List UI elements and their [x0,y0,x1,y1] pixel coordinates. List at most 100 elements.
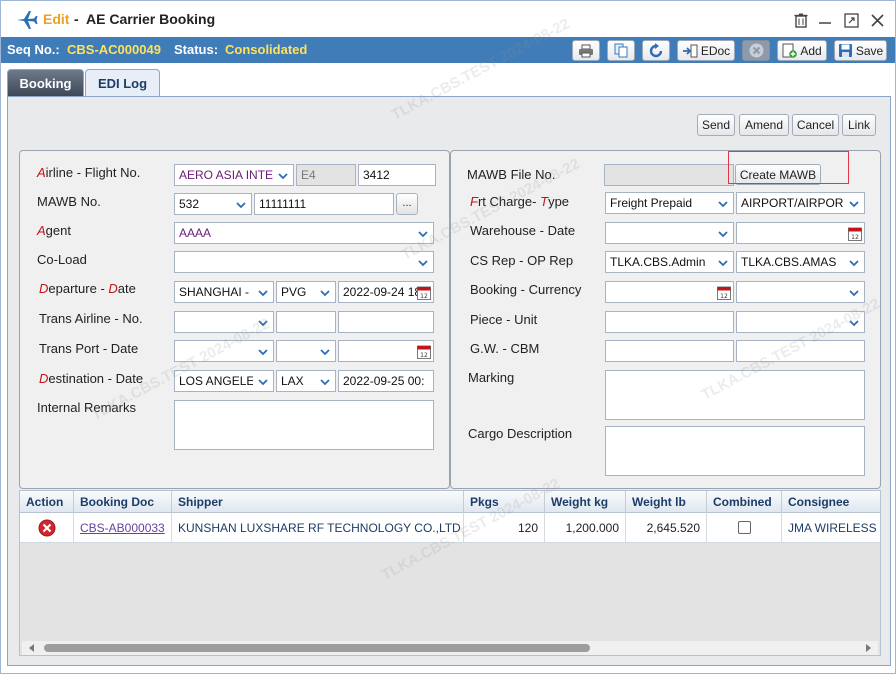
mawb-prefix-value: 532 [179,197,200,211]
departure-city-value: SHANGHAI - [179,285,250,299]
combined-checkbox[interactable] [738,521,751,534]
tab-booking[interactable]: Booking [7,69,84,97]
booking-grid: Action Booking Doc Shipper Pkgs Weight k… [19,490,881,656]
destination-date-field[interactable]: 2022-09-25 00: [338,370,434,392]
scroll-left-icon[interactable] [28,644,36,652]
destination-date-label: Destination - Date [39,371,144,386]
cs-op-rep-label: CS Rep - OP Rep [470,253,574,268]
col-weight-lb[interactable]: Weight lb [626,491,707,513]
warehouse-date-field[interactable]: 12 [736,222,865,244]
mawb-file-label: MAWB File No. [467,167,556,182]
agent-select[interactable]: AAAA [174,222,434,244]
type-select[interactable]: AIRPORT/AIRPOR [736,192,865,214]
gw-field[interactable] [605,340,734,362]
airplane-icon [17,11,38,29]
svg-text:12: 12 [851,234,859,241]
chevron-down-icon [258,379,268,386]
airline-flight-label: Airline - Flight No. [37,165,141,180]
col-booking-doc[interactable]: Booking Doc [74,491,172,513]
cbm-field[interactable] [736,340,865,362]
sequence-bar: Seq No.: CBS-AC000049 Status: Consolidat… [1,37,895,63]
col-combined[interactable]: Combined [707,491,782,513]
refresh-button[interactable] [642,40,670,61]
departure-port-select[interactable]: PVG [276,281,336,303]
link-button[interactable]: Link [842,114,876,136]
col-pkgs[interactable]: Pkgs [464,491,545,513]
edoc-button[interactable]: EDoc [677,40,735,61]
destination-port-select[interactable]: LAX [276,370,336,392]
chevron-down-icon [849,260,859,267]
scrollbar-thumb[interactable] [44,644,590,652]
warehouse-date-label: Warehouse - Date [470,223,576,238]
print-button[interactable] [572,40,600,61]
booking-date-field[interactable]: 12 [605,281,734,303]
airline-select[interactable]: AERO ASIA INTE [174,164,294,186]
combined-cell [707,513,782,543]
calendar-icon[interactable]: 12 [717,285,731,300]
type-value: AIRPORT/AIRPOR [741,196,844,210]
coload-select[interactable] [174,251,434,273]
departure-date-field[interactable]: 2022-09-24 18 12 [338,281,434,303]
horizontal-scrollbar[interactable] [22,641,878,655]
trans-airline-select[interactable] [174,311,274,333]
mawb-prefix-select[interactable]: 532 [174,193,252,215]
tab-edi-log[interactable]: EDI Log [85,69,160,97]
trash-icon[interactable] [792,11,810,29]
row-action-cell [20,513,74,543]
table-row[interactable]: CBS-AB000033 KUNSHAN LUXSHARE RF TECHNOL… [20,513,880,543]
col-action[interactable]: Action [20,491,74,513]
cs-rep-value: TLKA.CBS.Admin [610,255,706,269]
trans-airline-code-field[interactable] [276,311,336,333]
refresh-icon [649,42,663,57]
trans-port-select[interactable] [174,340,274,362]
void-button[interactable] [742,40,770,61]
mawb-no-field[interactable]: 11111111 [254,193,394,215]
chevron-down-icon [849,320,859,327]
trans-port-code-select[interactable] [276,340,336,362]
destination-date-value: 2022-09-25 00: [343,374,425,388]
send-button[interactable]: Send [697,114,735,136]
seq-label: Seq No.: [7,42,60,57]
currency-select[interactable] [736,281,865,303]
marking-label: Marking [468,370,515,385]
internal-remarks-textarea[interactable] [174,400,434,450]
trans-flight-no-field[interactable] [338,311,434,333]
mawb-lookup-button[interactable]: ... [396,193,418,215]
delete-icon[interactable] [38,519,56,537]
close-icon[interactable] [868,11,886,29]
trans-date-field[interactable]: 12 [338,340,434,362]
col-shipper[interactable]: Shipper [172,491,464,513]
mawb-file-field [604,164,734,186]
warehouse-select[interactable] [605,222,734,244]
flight-no-field[interactable]: 3412 [358,164,436,186]
op-rep-select[interactable]: TLKA.CBS.AMAS [736,251,865,273]
mawb-no-label: MAWB No. [37,194,101,209]
edoc-import-icon [682,44,698,57]
calendar-icon[interactable]: 12 [417,344,431,359]
cs-rep-select[interactable]: TLKA.CBS.Admin [605,251,734,273]
maximize-icon[interactable] [842,11,860,29]
cancel-button[interactable]: Cancel [792,114,839,136]
cargo-description-textarea[interactable] [605,426,865,476]
destination-city-select[interactable]: LOS ANGELE [174,370,274,392]
scroll-right-icon[interactable] [864,644,872,652]
marking-textarea[interactable] [605,370,865,420]
add-button[interactable]: Add [777,40,827,61]
copy-button[interactable] [607,40,635,61]
weight-lb-cell: 2,645.520 [626,513,707,543]
piece-field[interactable] [605,311,734,333]
chevron-down-icon [418,260,428,267]
departure-city-select[interactable]: SHANGHAI - [174,281,274,303]
gw-cbm-label: G.W. - CBM [470,341,540,356]
calendar-icon[interactable]: 12 [417,285,431,300]
chevron-down-icon [849,201,859,208]
minimize-icon[interactable] [816,11,834,29]
col-consignee[interactable]: Consignee [782,491,880,513]
calendar-icon[interactable]: 12 [848,226,862,241]
col-weight-kg[interactable]: Weight kg [545,491,626,513]
frt-charge-select[interactable]: Freight Prepaid [605,192,734,214]
save-button[interactable]: Save [834,40,887,61]
amend-button[interactable]: Amend [739,114,789,136]
unit-select[interactable] [736,311,865,333]
booking-doc-link[interactable]: CBS-AB000033 [74,513,172,543]
